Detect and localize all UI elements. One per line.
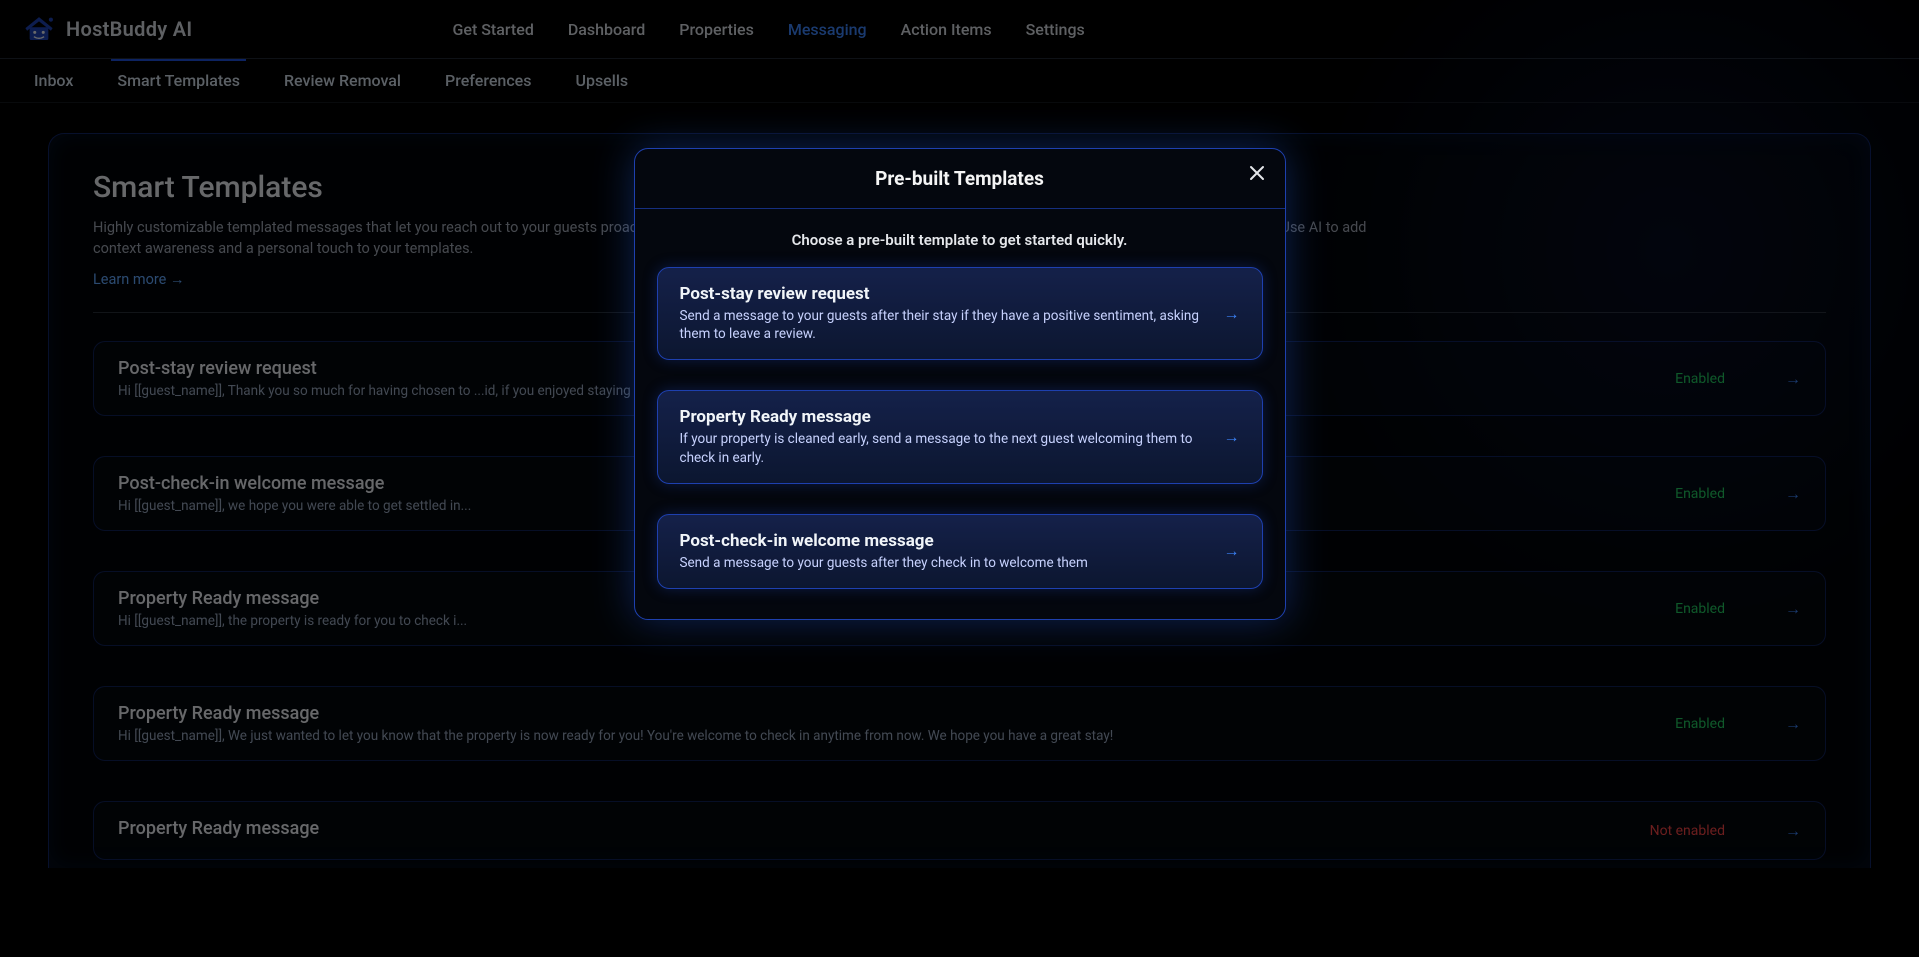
arrow-right-icon: → — [1224, 427, 1240, 447]
prebuilt-card-desc: Send a message to your guests after thei… — [680, 307, 1206, 343]
modal-body: Post-stay review request Send a message … — [635, 267, 1285, 619]
close-icon[interactable] — [1249, 165, 1265, 186]
prebuilt-card-post-stay-review[interactable]: Post-stay review request Send a message … — [657, 267, 1263, 360]
prebuilt-card-desc: If your property is cleaned early, send … — [680, 430, 1206, 466]
prebuilt-card-desc: Send a message to your guests after they… — [680, 554, 1206, 572]
arrow-right-icon: → — [1224, 541, 1240, 561]
modal-title: Pre-built Templates — [875, 167, 1044, 190]
modal-header: Pre-built Templates — [635, 149, 1285, 209]
prebuilt-card-title: Post-stay review request — [680, 284, 1206, 304]
prebuilt-card-property-ready[interactable]: Property Ready message If your property … — [657, 390, 1263, 483]
arrow-right-icon: → — [1224, 304, 1240, 324]
prebuilt-templates-modal: Pre-built Templates Choose a pre-built t… — [634, 148, 1286, 620]
modal-subtitle: Choose a pre-built template to get start… — [635, 209, 1285, 267]
prebuilt-card-title: Post-check-in welcome message — [680, 531, 1206, 551]
prebuilt-card-title: Property Ready message — [680, 407, 1206, 427]
modal-overlay[interactable]: Pre-built Templates Choose a pre-built t… — [0, 0, 1919, 957]
prebuilt-card-post-checkin-welcome[interactable]: Post-check-in welcome message Send a mes… — [657, 514, 1263, 589]
